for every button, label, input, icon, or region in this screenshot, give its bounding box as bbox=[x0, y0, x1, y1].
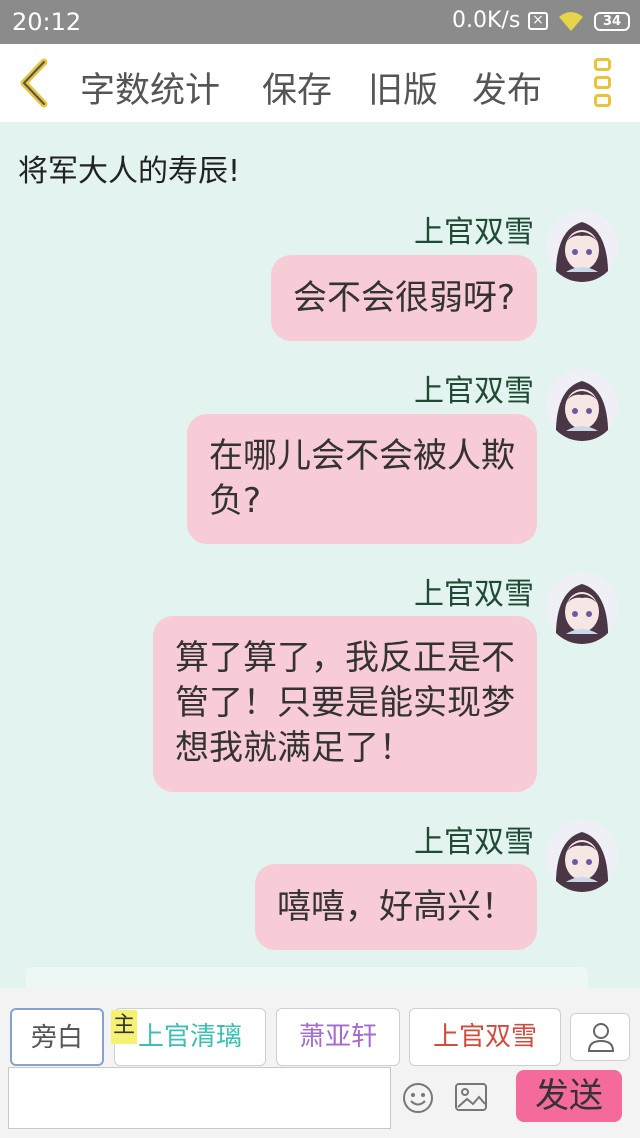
message-text: 算了算了，我反正是不 bbox=[175, 638, 515, 678]
message-sender: 上官双雪 bbox=[414, 374, 534, 409]
battery-icon: 34 bbox=[594, 12, 630, 31]
word-count-button[interactable]: 字数统计 bbox=[80, 62, 220, 113]
message-text: 负? bbox=[209, 481, 262, 521]
status-time: 20:12 bbox=[12, 8, 82, 36]
message-sender: 上官双雪 bbox=[414, 825, 534, 860]
character-avatar-icon bbox=[546, 820, 618, 892]
publish-button[interactable]: 发布 bbox=[472, 62, 542, 113]
message-sender: 上官双雪 bbox=[414, 577, 534, 612]
add-role-button[interactable] bbox=[570, 1013, 630, 1061]
role-button-3[interactable]: 上官双雪 bbox=[409, 1008, 561, 1066]
message-bubble[interactable]: 在哪儿会不会被人欺 负? bbox=[187, 414, 537, 544]
avatar[interactable] bbox=[546, 210, 618, 282]
send-button[interactable]: 发送 bbox=[516, 1070, 622, 1122]
message-bubble[interactable]: 算了算了，我反正是不 管了！只要是能实现梦 想我就满足了！ bbox=[153, 616, 537, 792]
back-arrow-icon[interactable] bbox=[14, 58, 54, 108]
image-icon[interactable] bbox=[454, 1082, 488, 1112]
top-toolbar: 字数统计 保存 旧版 发布 bbox=[0, 44, 640, 122]
story-title: 将军大人的寿辰! bbox=[18, 154, 241, 189]
message-sender: 上官双雪 bbox=[414, 215, 534, 250]
message-text: 在哪儿会不会被人欺 bbox=[209, 436, 515, 476]
panel-edge bbox=[26, 967, 588, 989]
wifi-icon bbox=[559, 12, 583, 31]
role-button-2[interactable]: 萧亚轩 bbox=[276, 1008, 400, 1066]
avatar[interactable] bbox=[546, 572, 618, 644]
emoji-icon[interactable] bbox=[402, 1082, 434, 1114]
network-speed: 0.0K/s bbox=[452, 8, 521, 33]
more-menu-icon[interactable] bbox=[594, 58, 614, 110]
character-avatar-icon bbox=[546, 572, 618, 644]
message-text: 管了！只要是能实现梦 bbox=[175, 683, 515, 723]
message-input[interactable] bbox=[8, 1067, 391, 1129]
no-sim-icon: × bbox=[528, 12, 548, 30]
character-avatar-icon bbox=[546, 369, 618, 441]
user-icon bbox=[587, 1023, 615, 1052]
status-bar: 20:12 0.0K/s × 34 bbox=[0, 0, 640, 44]
avatar[interactable] bbox=[546, 820, 618, 892]
main-role-badge: 主 bbox=[111, 1010, 137, 1044]
message-text: 嘻嘻，好高兴！ bbox=[277, 887, 515, 927]
message-bubble[interactable]: 嘻嘻，好高兴！ bbox=[255, 864, 537, 950]
character-avatar-icon bbox=[546, 210, 618, 282]
message-bubble[interactable]: 会不会很弱呀? bbox=[270, 255, 537, 341]
message-text: 会不会很弱呀? bbox=[292, 278, 515, 318]
role-narration-button[interactable]: 旁白 bbox=[10, 1008, 104, 1066]
old-version-button[interactable]: 旧版 bbox=[368, 62, 438, 113]
message-text: 想我就满足了！ bbox=[175, 728, 413, 768]
save-button[interactable]: 保存 bbox=[262, 62, 332, 113]
avatar[interactable] bbox=[546, 369, 618, 441]
